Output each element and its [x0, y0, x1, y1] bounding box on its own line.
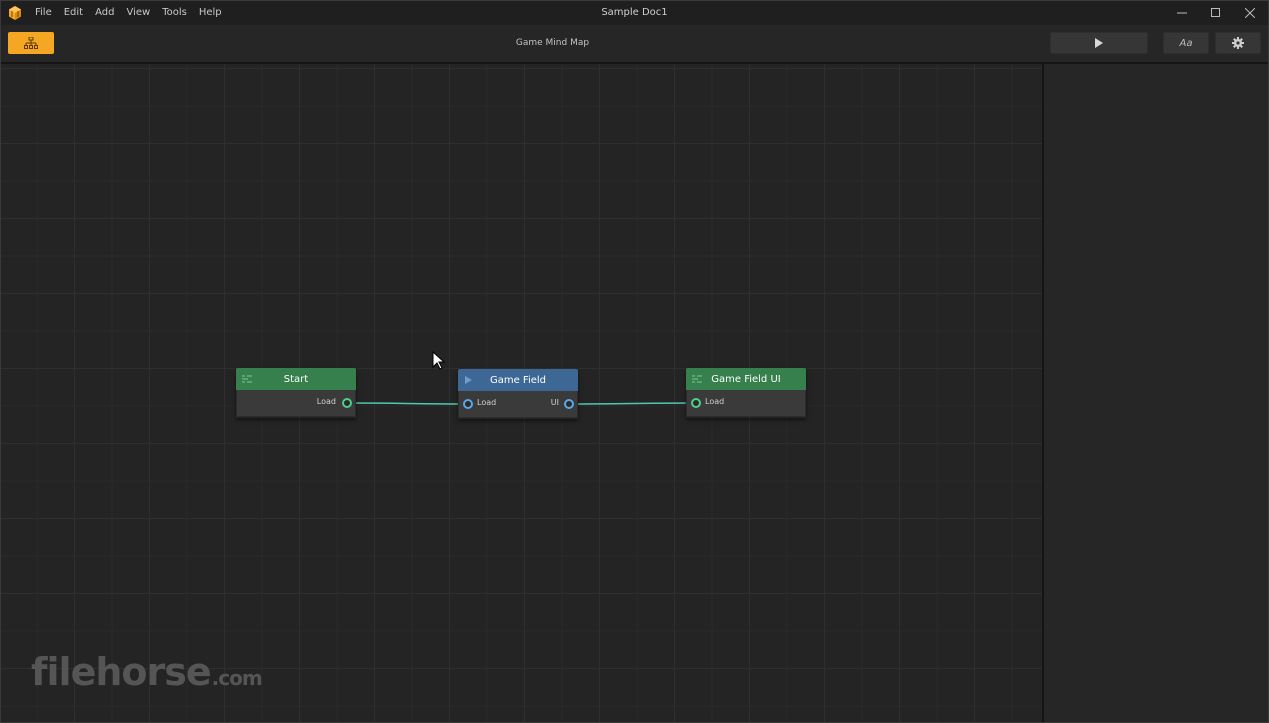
script-icon — [692, 375, 702, 383]
connection-start-to-game-field[interactable] — [346, 402, 469, 405]
play-small-icon — [465, 376, 472, 384]
node-game-field-ui[interactable]: Game Field UI Load — [686, 368, 806, 418]
input-port-load[interactable] — [463, 399, 473, 409]
mouse-cursor-icon — [432, 351, 446, 370]
node-start[interactable]: Start Load — [236, 368, 356, 418]
menu-help[interactable]: Help — [199, 1, 229, 25]
menu-tools[interactable]: Tools — [162, 1, 194, 25]
node-start-title: Start — [283, 373, 309, 385]
node-graph-canvas[interactable]: Start Load Game Field Load UI Game Field… — [1, 64, 1042, 722]
font-button[interactable]: Aa — [1163, 32, 1209, 54]
node-start-header[interactable]: Start — [236, 368, 356, 390]
settings-button[interactable] — [1215, 32, 1261, 54]
output-port-label: Load — [316, 397, 336, 406]
input-port-label: Load — [705, 397, 725, 406]
play-button[interactable] — [1050, 32, 1148, 54]
output-port-label: UI — [550, 398, 559, 407]
input-port-label: Load — [477, 398, 497, 407]
minimize-button[interactable] — [1165, 1, 1199, 25]
node-game-field-title: Game Field — [489, 374, 547, 386]
node-game-field-ui-header[interactable]: Game Field UI — [686, 368, 806, 390]
inspector-panel — [1042, 64, 1268, 722]
app-window: File Edit Add View Tools Help Sample Doc… — [0, 0, 1269, 723]
maximize-button[interactable] — [1199, 1, 1233, 25]
menu-view[interactable]: View — [126, 1, 157, 25]
close-icon — [1245, 8, 1255, 18]
node-game-field-ui-body: Load — [686, 390, 806, 417]
output-port-ui[interactable] — [564, 399, 574, 409]
minimize-icon — [1177, 12, 1187, 14]
toolbar-title: Game Mind Map — [515, 38, 590, 48]
app-logo-icon — [9, 6, 21, 20]
script-icon — [242, 375, 252, 383]
input-port-load[interactable] — [691, 398, 701, 408]
output-port-load[interactable] — [342, 398, 352, 408]
node-game-field-header[interactable]: Game Field — [458, 369, 578, 391]
toolbar: Game Mind Map Aa — [1, 25, 1268, 64]
menu-bar: File Edit Add View Tools Help — [35, 1, 234, 25]
close-button[interactable] — [1233, 1, 1267, 25]
node-game-field[interactable]: Game Field Load UI — [458, 369, 578, 419]
node-start-body: Load — [236, 390, 356, 417]
connection-game-field-to-ui[interactable] — [568, 402, 697, 405]
play-icon — [1095, 38, 1103, 48]
watermark-main: filehorse — [31, 650, 212, 694]
node-game-field-body: Load UI — [458, 391, 578, 418]
menu-edit[interactable]: Edit — [64, 1, 90, 25]
watermark: filehorse .com — [31, 650, 263, 694]
menu-add[interactable]: Add — [95, 1, 121, 25]
gear-icon — [1232, 37, 1244, 49]
maximize-icon — [1211, 8, 1220, 17]
node-game-field-ui-title: Game Field UI — [711, 373, 781, 385]
title-bar: File Edit Add View Tools Help Sample Doc… — [1, 1, 1268, 26]
menu-file[interactable]: File — [35, 1, 59, 25]
watermark-suffix: .com — [211, 666, 263, 690]
font-label: Aa — [1179, 37, 1193, 49]
